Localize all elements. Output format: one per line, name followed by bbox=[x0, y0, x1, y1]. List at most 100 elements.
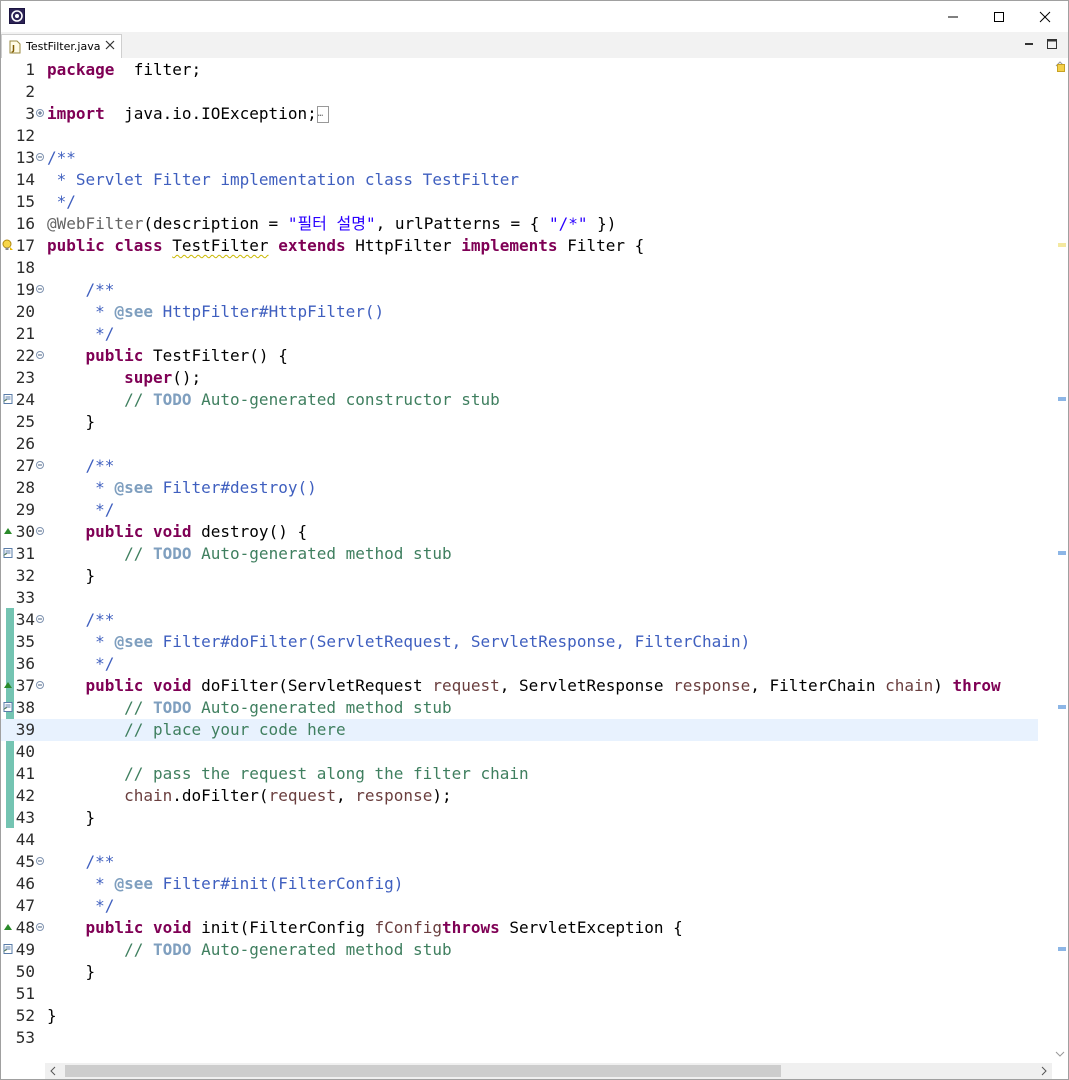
horizontal-scrollbar[interactable] bbox=[45, 1063, 1052, 1079]
code-line[interactable]: 43 } bbox=[1, 807, 1038, 829]
code-line[interactable]: 20 * @see HttpFilter#HttpFilter() bbox=[1, 301, 1038, 323]
scroll-down-icon[interactable] bbox=[1055, 1050, 1065, 1058]
code-line[interactable]: 30 public void destroy() { bbox=[1, 521, 1038, 543]
code-line[interactable]: 21 */ bbox=[1, 323, 1038, 345]
minimize-button[interactable] bbox=[930, 1, 976, 32]
code-line[interactable]: 16 @WebFilter(description = "필터 설명", urlP… bbox=[1, 213, 1038, 235]
collapse-fold-icon[interactable] bbox=[36, 857, 44, 865]
code-line[interactable]: 47 */ bbox=[1, 895, 1038, 917]
code-line[interactable]: 29 */ bbox=[1, 499, 1038, 521]
code-line[interactable]: 42 chain.doFilter(request, response); bbox=[1, 785, 1038, 807]
code-line[interactable]: 37 public void doFilter(ServletRequest r… bbox=[1, 675, 1038, 697]
warning-marker[interactable] bbox=[1058, 243, 1066, 247]
task-marker[interactable] bbox=[1058, 947, 1066, 951]
code-line[interactable]: 19 /** bbox=[1, 279, 1038, 301]
code-token: package bbox=[47, 60, 115, 79]
lightbulb-warning-icon[interactable] bbox=[2, 239, 14, 251]
line-number: 33 bbox=[15, 588, 35, 607]
task-marker[interactable] bbox=[1058, 551, 1066, 555]
code-line[interactable]: 25 } bbox=[1, 411, 1038, 433]
code-line[interactable]: 45 /** bbox=[1, 851, 1038, 873]
code-token: TODO bbox=[152, 698, 192, 717]
code-token: HttpFilter bbox=[345, 236, 462, 255]
scroll-left-icon[interactable] bbox=[49, 1066, 57, 1076]
line-number: 50 bbox=[15, 962, 35, 981]
overview-ruler[interactable] bbox=[1052, 58, 1068, 1063]
collapse-fold-icon[interactable] bbox=[36, 461, 44, 469]
code-line[interactable]: 27 /** bbox=[1, 455, 1038, 477]
code-line[interactable]: 48 public void init(FilterConfig fConfig… bbox=[1, 917, 1038, 939]
code-line[interactable]: 33 bbox=[1, 587, 1038, 609]
scroll-right-icon[interactable] bbox=[1040, 1066, 1048, 1076]
current-code-line[interactable]: 39 // place your code here bbox=[1, 719, 1038, 741]
collapse-fold-icon[interactable] bbox=[36, 527, 44, 535]
minimize-view-icon[interactable] bbox=[1023, 38, 1035, 50]
task-marker[interactable] bbox=[1058, 705, 1066, 709]
folded-import-box[interactable]: … bbox=[316, 106, 329, 123]
code-line[interactable]: 12 bbox=[1, 125, 1038, 147]
tab-testfilter-java[interactable]: J TestFilter.java bbox=[1, 34, 122, 58]
task-icon[interactable] bbox=[2, 393, 14, 405]
code-token: // place your code here bbox=[124, 720, 346, 739]
code-token: // bbox=[124, 390, 153, 409]
horizontal-scroll-thumb[interactable] bbox=[65, 1065, 781, 1077]
code-line[interactable]: 38 // TODO Auto-generated method stub bbox=[1, 697, 1038, 719]
collapse-fold-icon[interactable] bbox=[36, 923, 44, 931]
code-line[interactable]: 51 bbox=[1, 983, 1038, 1005]
code-line[interactable]: 14 * Servlet Filter implementation class… bbox=[1, 169, 1038, 191]
override-triangle-icon[interactable] bbox=[2, 679, 14, 691]
code-line[interactable]: 40 bbox=[1, 741, 1038, 763]
code-line[interactable]: 32 } bbox=[1, 565, 1038, 587]
warning-summary-marker[interactable] bbox=[1057, 64, 1065, 72]
code-line[interactable]: 13 /** bbox=[1, 147, 1038, 169]
code-token: destroy() { bbox=[191, 522, 308, 541]
code-line[interactable]: 15 */ bbox=[1, 191, 1038, 213]
code-line[interactable]: 24 // TODO Auto-generated constructor st… bbox=[1, 389, 1038, 411]
task-marker[interactable] bbox=[1058, 397, 1066, 401]
code-line[interactable]: 35 * @see Filter#doFilter(ServletRequest… bbox=[1, 631, 1038, 653]
code-line[interactable]: 53 bbox=[1, 1027, 1038, 1049]
code-line[interactable]: 49 // TODO Auto-generated method stub bbox=[1, 939, 1038, 961]
code-token: class bbox=[104, 236, 163, 255]
code-line[interactable]: 28 * @see Filter#destroy() bbox=[1, 477, 1038, 499]
code-line[interactable]: 18 bbox=[1, 257, 1038, 279]
collapse-fold-icon[interactable] bbox=[36, 153, 44, 161]
code-text: */ bbox=[47, 191, 76, 213]
override-triangle-icon[interactable] bbox=[2, 921, 14, 933]
close-tab-icon[interactable] bbox=[105, 40, 115, 50]
code-editor[interactable]: 1 package filter; 2 3 import java.io.IOExcep… bbox=[1, 58, 1068, 1063]
code-line[interactable]: 46 * @see Filter#init(FilterConfig) bbox=[1, 873, 1038, 895]
code-line[interactable]: 1 package filter; bbox=[1, 59, 1038, 81]
code-text: super(); bbox=[47, 367, 201, 389]
code-line[interactable]: 26 bbox=[1, 433, 1038, 455]
code-line[interactable]: 34 /** bbox=[1, 609, 1038, 631]
collapse-fold-icon[interactable] bbox=[36, 285, 44, 293]
collapse-fold-icon[interactable] bbox=[36, 351, 44, 359]
task-icon[interactable] bbox=[2, 701, 14, 713]
code-line[interactable]: 3 import java.io.IOException;… bbox=[1, 103, 1038, 125]
code-line[interactable]: 22 public TestFilter() { bbox=[1, 345, 1038, 367]
close-window-button[interactable] bbox=[1022, 1, 1068, 32]
code-line[interactable]: 17 public class TestFilter extends HttpFi… bbox=[1, 235, 1038, 257]
override-triangle-icon[interactable] bbox=[2, 525, 14, 537]
code-line[interactable]: 50 } bbox=[1, 961, 1038, 983]
code-token: /** bbox=[85, 610, 115, 629]
code-line[interactable]: 52} bbox=[1, 1005, 1038, 1027]
expand-fold-icon[interactable] bbox=[36, 109, 44, 117]
code-token: , ServletResponse bbox=[499, 676, 674, 695]
code-line[interactable]: 36 */ bbox=[1, 653, 1038, 675]
code-line[interactable]: 41 // pass the request along the filter … bbox=[1, 763, 1038, 785]
maximize-view-icon[interactable] bbox=[1046, 38, 1058, 50]
code-line[interactable]: 23 super(); bbox=[1, 367, 1038, 389]
code-line[interactable]: 44 bbox=[1, 829, 1038, 851]
code-line[interactable]: 2 bbox=[1, 81, 1038, 103]
eclipse-app-icon bbox=[9, 8, 25, 24]
task-icon[interactable] bbox=[2, 943, 14, 955]
maximize-button[interactable] bbox=[976, 1, 1022, 32]
collapse-fold-icon[interactable] bbox=[36, 681, 44, 689]
code-line[interactable]: 31 // TODO Auto-generated method stub bbox=[1, 543, 1038, 565]
code-text: * @see Filter#destroy() bbox=[47, 477, 317, 499]
collapse-fold-icon[interactable] bbox=[36, 615, 44, 623]
task-icon[interactable] bbox=[2, 547, 14, 559]
